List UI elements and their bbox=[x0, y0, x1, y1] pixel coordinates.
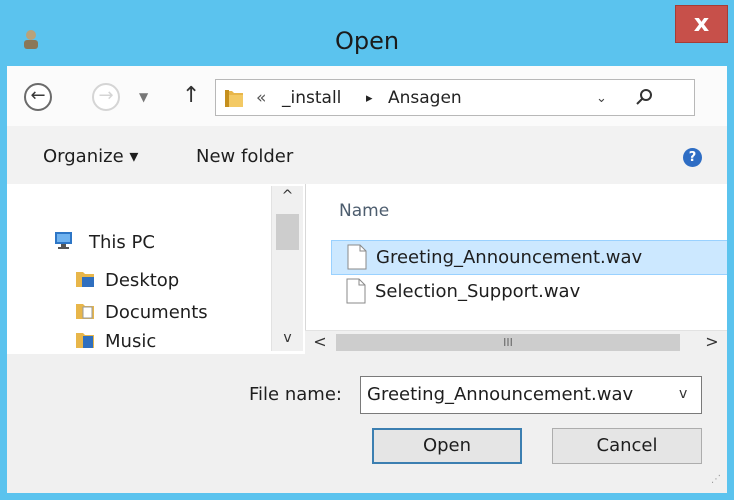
file-list-horizontal-scrollbar[interactable]: < III > bbox=[305, 330, 727, 354]
file-icon bbox=[346, 278, 366, 308]
file-name: Greeting_Announcement.wav bbox=[376, 247, 643, 268]
close-button[interactable]: x bbox=[675, 5, 728, 43]
open-button[interactable]: Open bbox=[372, 428, 522, 464]
desktop-folder-icon bbox=[75, 269, 95, 293]
file-row[interactable]: Selection_Support.wav bbox=[331, 275, 727, 310]
organize-button[interactable]: Organize ▾ bbox=[43, 146, 138, 167]
breadcrumb-install[interactable]: _install bbox=[282, 88, 341, 108]
scroll-left-arrow[interactable]: < bbox=[308, 332, 332, 352]
navigation-bar: ← → ▼ ↑ « _install ▸ Ansagen ⌄ bbox=[7, 66, 727, 126]
file-name-dropdown-arrow[interactable]: v bbox=[679, 386, 687, 402]
dialog-client-area: ← → ▼ ↑ « _install ▸ Ansagen ⌄ Organize … bbox=[7, 66, 727, 493]
vertical-scroll-thumb[interactable] bbox=[276, 214, 299, 250]
title-bar[interactable]: Open x bbox=[0, 0, 734, 66]
navigation-pane-bottom: Music bbox=[7, 322, 305, 354]
folder-icon bbox=[223, 87, 245, 113]
address-bar[interactable]: « _install ▸ Ansagen ⌄ bbox=[215, 79, 695, 116]
scroll-right-arrow[interactable]: > bbox=[700, 332, 724, 352]
cancel-button[interactable]: Cancel bbox=[552, 428, 702, 464]
breadcrumb-ansagen[interactable]: Ansagen bbox=[388, 88, 462, 108]
nav-item-desktop[interactable]: Desktop bbox=[105, 270, 179, 291]
command-toolbar: Organize ▾ New folder ? bbox=[7, 126, 727, 184]
resize-grip[interactable]: ⋰ bbox=[711, 474, 721, 485]
file-row[interactable]: Greeting_Announcement.wav bbox=[331, 240, 727, 275]
help-icon[interactable]: ? bbox=[683, 148, 702, 167]
file-name-label: File name: bbox=[249, 384, 342, 405]
search-icon[interactable] bbox=[626, 86, 660, 109]
breadcrumb-overflow[interactable]: « bbox=[256, 88, 266, 108]
scroll-down-arrow[interactable]: v bbox=[272, 330, 303, 350]
nav-item-music[interactable]: Music bbox=[105, 331, 156, 352]
nav-item-documents[interactable]: Documents bbox=[105, 302, 208, 323]
recent-locations-dropdown[interactable]: ▼ bbox=[139, 90, 148, 104]
breadcrumb-separator[interactable]: ▸ bbox=[366, 91, 373, 106]
horizontal-scroll-thumb[interactable]: III bbox=[336, 334, 680, 351]
file-name-input[interactable] bbox=[367, 384, 667, 405]
open-dialog-window: Open x ← → ▼ ↑ « _install ▸ Ansagen ⌄ Or… bbox=[0, 0, 734, 500]
forward-button[interactable]: → bbox=[92, 83, 120, 111]
file-list-pane[interactable]: Name Greeting_Announcement.wav Selection… bbox=[305, 184, 727, 352]
new-folder-button[interactable]: New folder bbox=[196, 146, 293, 167]
navigation-pane-vertical-scrollbar[interactable]: ^ v bbox=[271, 186, 303, 351]
computer-icon bbox=[52, 230, 74, 254]
file-icon bbox=[347, 244, 367, 274]
file-name: Selection_Support.wav bbox=[375, 281, 581, 302]
scroll-up-arrow[interactable]: ^ bbox=[272, 188, 303, 208]
address-dropdown[interactable]: ⌄ bbox=[596, 91, 607, 106]
file-name-combobox[interactable]: v bbox=[360, 376, 702, 414]
music-folder-icon bbox=[75, 330, 95, 354]
nav-item-this-pc[interactable]: This PC bbox=[89, 232, 155, 253]
window-title: Open bbox=[334, 27, 400, 55]
back-button[interactable]: ← bbox=[24, 83, 52, 111]
up-folder-button[interactable]: ↑ bbox=[182, 83, 200, 108]
column-header-name[interactable]: Name bbox=[339, 201, 389, 221]
